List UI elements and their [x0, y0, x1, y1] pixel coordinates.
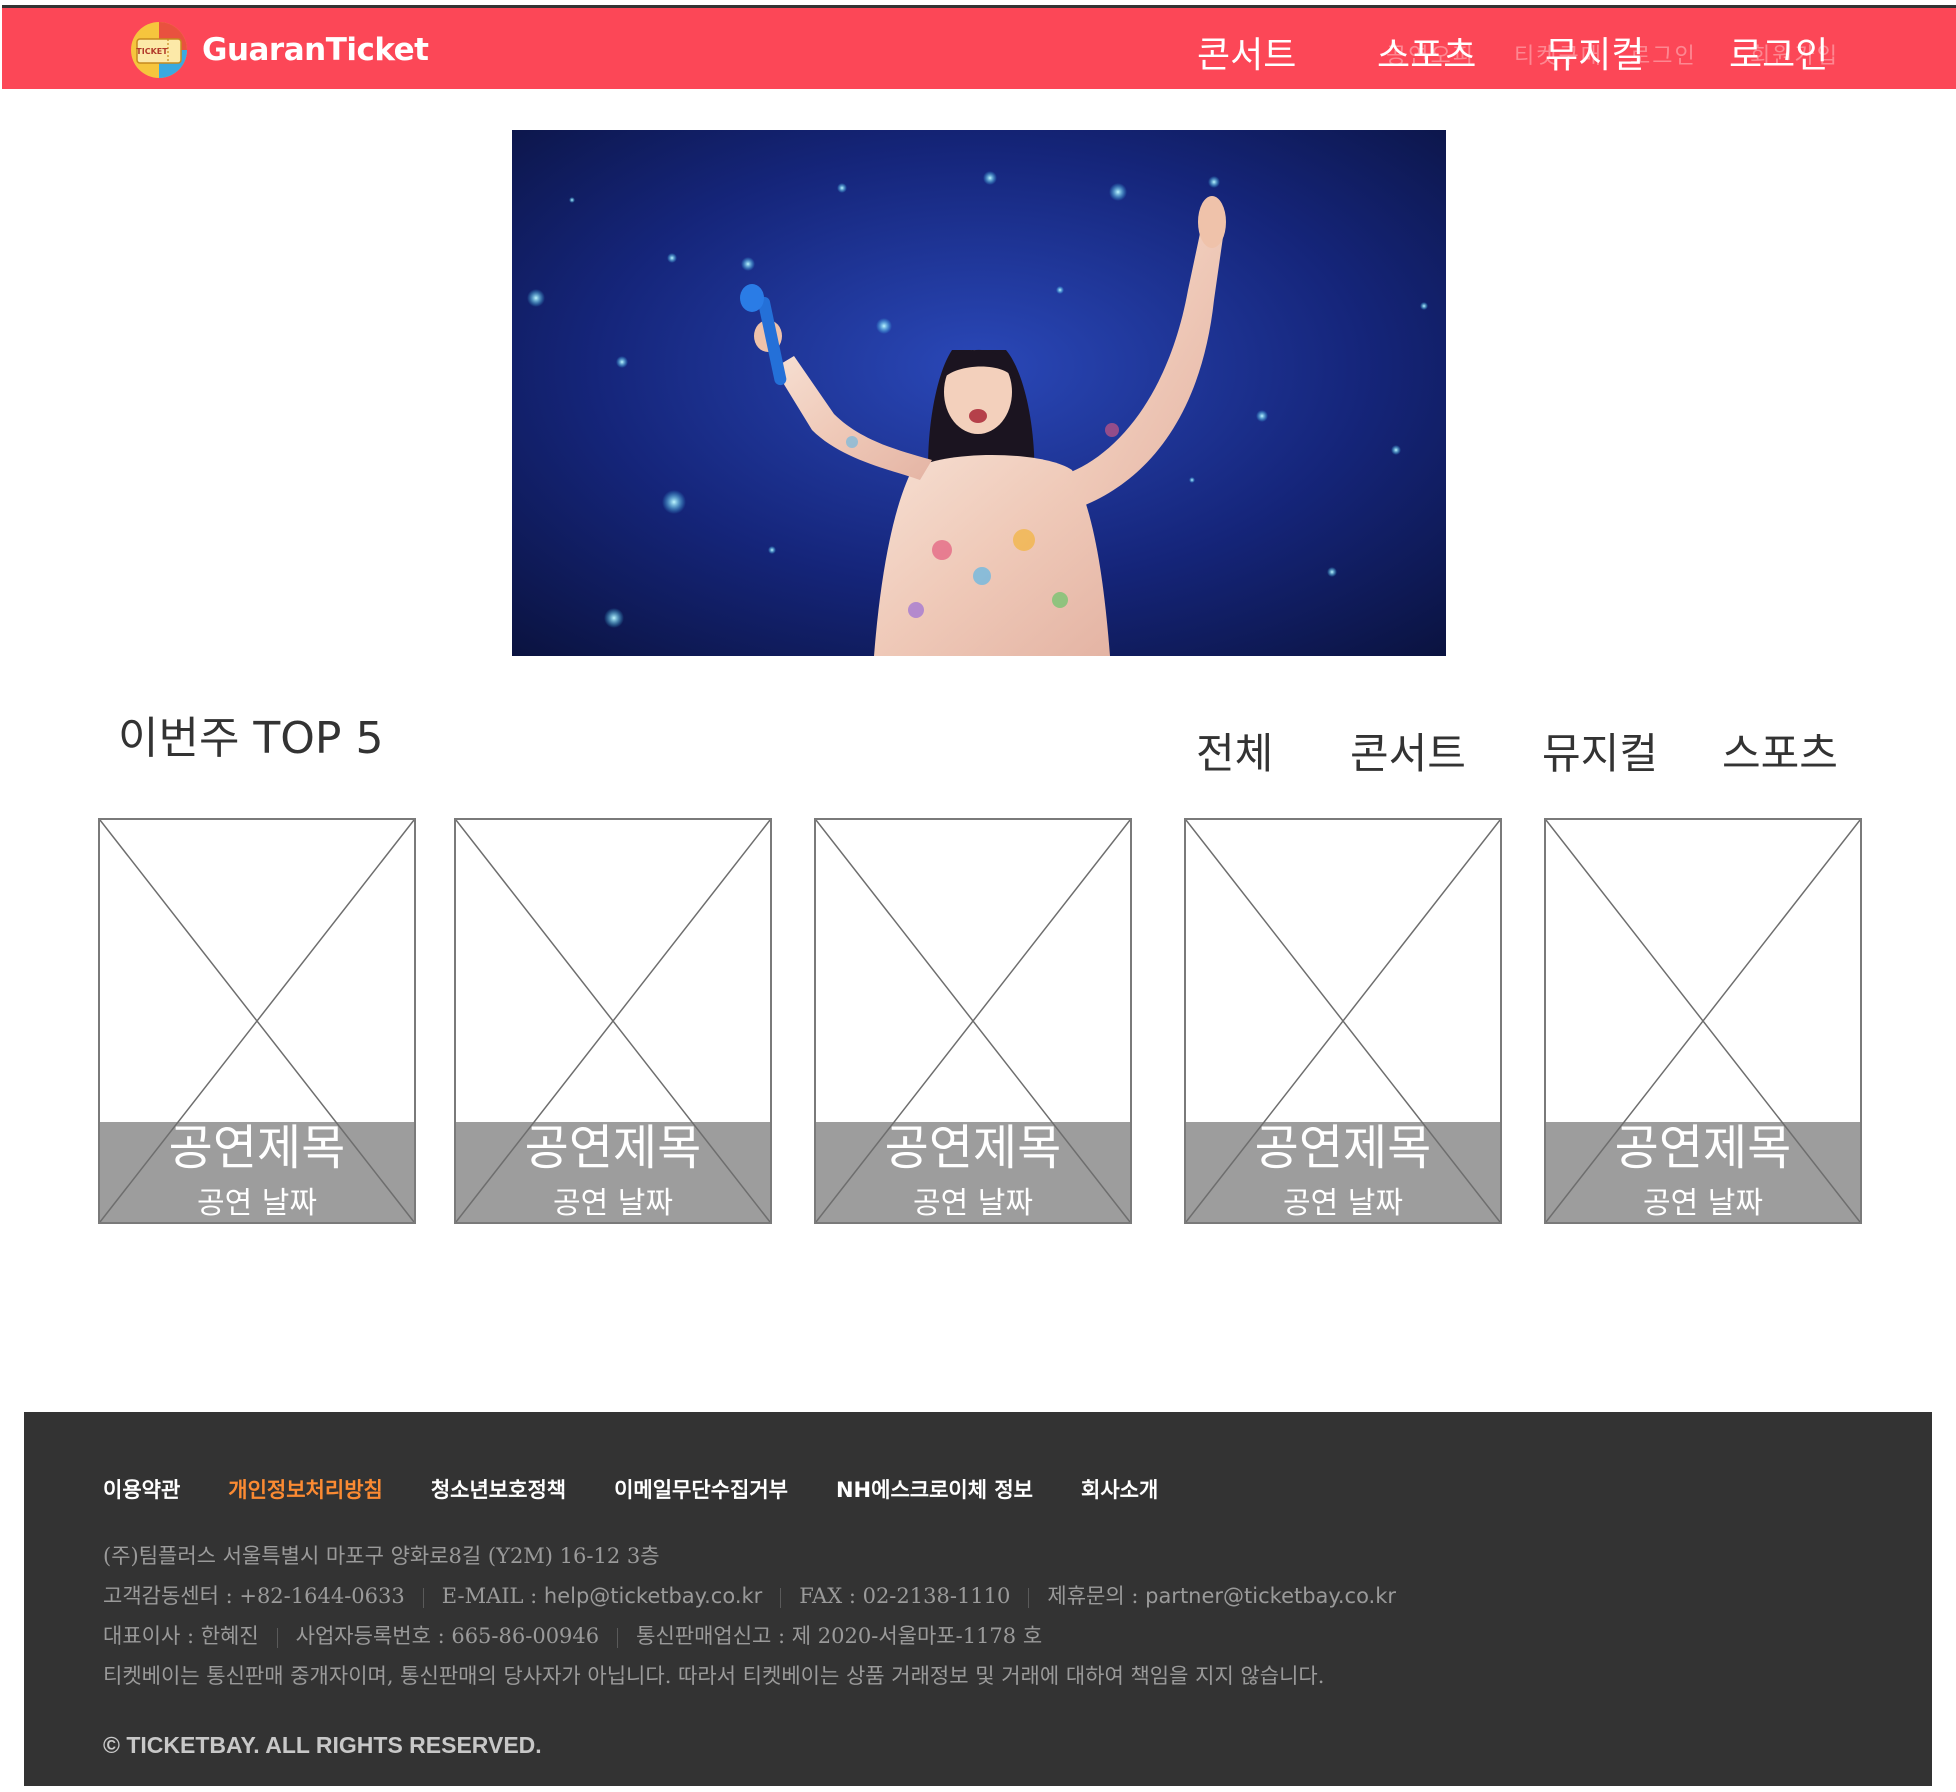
nav-musical[interactable]: 뮤지컬 [1545, 26, 1644, 78]
performance-title: 공연제목 [1254, 1120, 1432, 1176]
performance-title: 공연제목 [168, 1120, 346, 1176]
mail-order-registration: 통신판매업신고 : 제 2020-서울마포-1178 호 [636, 1624, 1043, 1648]
footer-address: (주)팀플러스 서울특별시 마포구 양화로8길 (Y2M) 16-12 3층 [103, 1544, 660, 1568]
filter-tab-all[interactable]: 전체 [1196, 720, 1273, 781]
fax: FAX : 02-2138-1110 [799, 1584, 1011, 1608]
footer-disclaimer: 티켓베이는 통신판매 중개자이며, 통신판매의 당사자가 아닙니다. 따라서 티… [103, 1664, 1325, 1688]
footer-link-about[interactable]: 회사소개 [1081, 1474, 1158, 1504]
copyright: © TICKETBAY. ALL RIGHTS RESERVED. [103, 1732, 542, 1758]
divider [276, 1627, 278, 1648]
performance-card-5[interactable]: 공연제목 공연 날짜 [1544, 818, 1862, 1224]
performance-title: 공연제목 [884, 1120, 1062, 1176]
filter-tab-concert[interactable]: 콘서트 [1350, 720, 1466, 781]
footer: 이용약관 개인정보처리방침 청소년보호정책 이메일무단수집거부 NH에스크로이체… [24, 1412, 1932, 1786]
email-link[interactable]: help@ticketbay.co.kr [544, 1584, 762, 1608]
hero-image [512, 130, 1446, 656]
footer-contact-line: 고객감동센터 : +82-1644-0633 E-MAIL : help@tick… [103, 1580, 1396, 1610]
footer-link-youth-policy[interactable]: 청소년보호정책 [431, 1474, 566, 1504]
filter-tab-musical[interactable]: 뮤지컬 [1542, 720, 1658, 781]
performance-date: 공연 날짜 [913, 1186, 1033, 1221]
hero-banner[interactable] [512, 130, 1446, 656]
performance-date: 공연 날짜 [197, 1186, 317, 1221]
performance-date: 공연 날짜 [1283, 1186, 1403, 1221]
footer-link-email-refusal[interactable]: 이메일무단수집거부 [614, 1474, 788, 1504]
performance-date: 공연 날짜 [553, 1186, 673, 1221]
footer-links: 이용약관 개인정보처리방침 청소년보호정책 이메일무단수집거부 NH에스크로이체… [103, 1474, 1158, 1504]
section-title-top5: 이번주 TOP 5 [118, 713, 384, 764]
footer-link-privacy[interactable]: 개인정보처리방침 [228, 1474, 383, 1504]
performance-title: 공연제목 [1614, 1120, 1792, 1176]
nav-login[interactable]: 로그인 [1729, 26, 1828, 78]
performance-date: 공연 날짜 [1643, 1186, 1763, 1221]
logo-text: GuaranTicket [202, 32, 429, 68]
divider [1028, 1587, 1030, 1608]
nav-concert[interactable]: 콘서트 [1197, 26, 1296, 78]
email-label: E-MAIL : [441, 1584, 544, 1608]
footer-link-terms[interactable]: 이용약관 [103, 1474, 180, 1504]
performance-card-2[interactable]: 공연제목 공연 날짜 [454, 818, 772, 1224]
partner-email-link[interactable]: partner@ticketbay.co.kr [1145, 1584, 1396, 1608]
logo-badge-text: TICKET [136, 47, 168, 56]
performance-card-1[interactable]: 공연제목 공연 날짜 [98, 818, 416, 1224]
nav-sports[interactable]: 스포츠 [1377, 26, 1476, 78]
partner-label: 제휴문의 : [1047, 1584, 1146, 1608]
ticket-logo-icon: TICKET [130, 21, 188, 79]
divider [617, 1627, 619, 1648]
logo[interactable]: TICKET GuaranTicket [130, 22, 429, 78]
performance-card-4[interactable]: 공연제목 공연 날짜 [1184, 818, 1502, 1224]
ceo: 대표이사 : 한혜진 [103, 1624, 259, 1648]
divider [780, 1587, 782, 1608]
filter-tab-sports[interactable]: 스포츠 [1722, 720, 1838, 781]
divider [422, 1587, 424, 1608]
business-number: 사업자등록번호 : 665-86-00946 [295, 1624, 600, 1648]
footer-business-line: 대표이사 : 한혜진 사업자등록번호 : 665-86-00946 통신판매업신고 … [103, 1620, 1042, 1650]
customer-center: 고객감동센터 : +82-1644-0633 [103, 1584, 405, 1608]
top-navigation-bar: TICKET GuaranTicket 공연오피 티켓구매 로그인 회원가입 콘… [2, 5, 1956, 89]
footer-link-escrow[interactable]: NH에스크로이체 정보 [836, 1474, 1033, 1504]
performance-card-3[interactable]: 공연제목 공연 날짜 [814, 818, 1132, 1224]
performance-title: 공연제목 [524, 1120, 702, 1176]
